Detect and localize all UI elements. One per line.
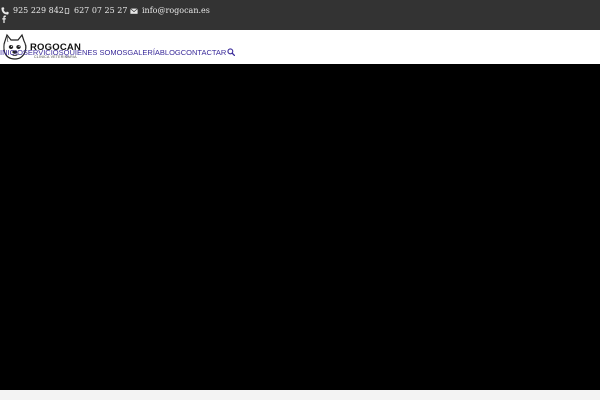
facebook-icon[interactable]: [1, 15, 7, 23]
nav-item-inicio[interactable]: INICIO: [0, 48, 23, 57]
phone-icon: [1, 6, 9, 15]
main-nav: INICIO SERVICIOS QUIENES SOMOS GALERÍA B…: [0, 47, 236, 57]
phone-number: 925 229 842: [13, 6, 64, 15]
search-icon[interactable]: [227, 48, 236, 56]
contact-mobile[interactable]: 627 07 25 27: [64, 6, 127, 15]
nav-item-blog[interactable]: BLOG: [160, 48, 181, 57]
mobile-number: 627 07 25 27: [74, 6, 128, 15]
nav-item-servicios[interactable]: SERVICIOS: [23, 48, 64, 57]
nav-item-quienes-somos[interactable]: QUIENES SOMOS: [64, 48, 128, 57]
page-bottom-strip: [0, 390, 600, 400]
hero-banner: [0, 64, 600, 390]
nav-item-contactar[interactable]: CONTACTAR: [181, 48, 227, 57]
contact-phone[interactable]: 925 229 842: [1, 6, 64, 15]
email-address: info@rogocan.es: [142, 6, 210, 15]
site-header: ROGOCAN CLÍNICA VETERINARIA INICIO SERVI…: [0, 30, 600, 64]
nav-item-galeria[interactable]: GALERÍA: [127, 48, 160, 57]
mobile-icon: [64, 7, 70, 14]
contact-email[interactable]: info@rogocan.es: [130, 6, 210, 15]
envelope-icon: [130, 7, 138, 14]
top-bar: 925 229 842 627 07 25 27 info@rogocan.es: [0, 0, 600, 30]
